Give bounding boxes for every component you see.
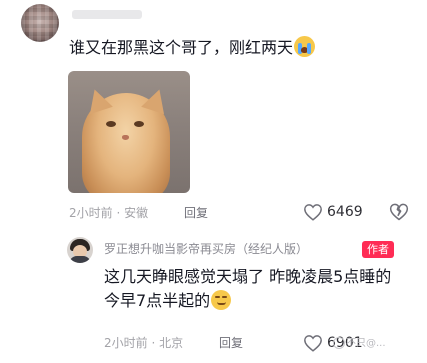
reply-author-avatar[interactable] <box>67 237 93 263</box>
watermark-logo-icon <box>333 337 345 349</box>
comment-body: 谁又在那黑这个哥了，刚红两天 <box>69 38 294 57</box>
commenter-avatar[interactable] <box>21 4 59 42</box>
comment-image-cat[interactable] <box>68 71 190 193</box>
comment-like-count: 6469 <box>327 204 363 220</box>
smirking-face-emoji-icon <box>211 290 232 310</box>
reply-text-line-2: 今早7点半起的 <box>104 291 211 310</box>
heart-icon[interactable] <box>303 203 323 221</box>
author-badge: 作者 <box>362 241 394 258</box>
comment-meta: 2小时前 · 安徽 <box>69 206 149 220</box>
dislike-broken-heart-icon[interactable] <box>389 202 409 222</box>
reply-author-name[interactable]: 罗正想升咖当影帝再买房（经纪人版） <box>104 241 308 257</box>
reply-reply-button[interactable]: 回复 <box>219 335 243 351</box>
heart-icon[interactable] <box>303 334 323 352</box>
reply-time: 2小时前 <box>104 336 148 350</box>
comment-text: 谁又在那黑这个哥了，刚红两天 <box>69 36 316 60</box>
watermark-text: 不只@... <box>346 338 386 349</box>
comment-reply-button[interactable]: 回复 <box>184 205 208 221</box>
reply-text-line-1: 这几天睁眼感觉天塌了 昨晚凌晨5点睡的 <box>104 267 392 286</box>
reply-text: 这几天睁眼感觉天塌了 昨晚凌晨5点睡的 今早7点半起的 <box>104 265 424 313</box>
comment-location: 安徽 <box>124 206 149 220</box>
loudly-crying-face-emoji-icon <box>294 36 316 57</box>
reply-meta: 2小时前 · 北京 <box>104 336 184 350</box>
commenter-name-blurred <box>72 10 142 19</box>
reply-location: 北京 <box>159 336 184 350</box>
comment-time: 2小时前 <box>69 206 113 220</box>
